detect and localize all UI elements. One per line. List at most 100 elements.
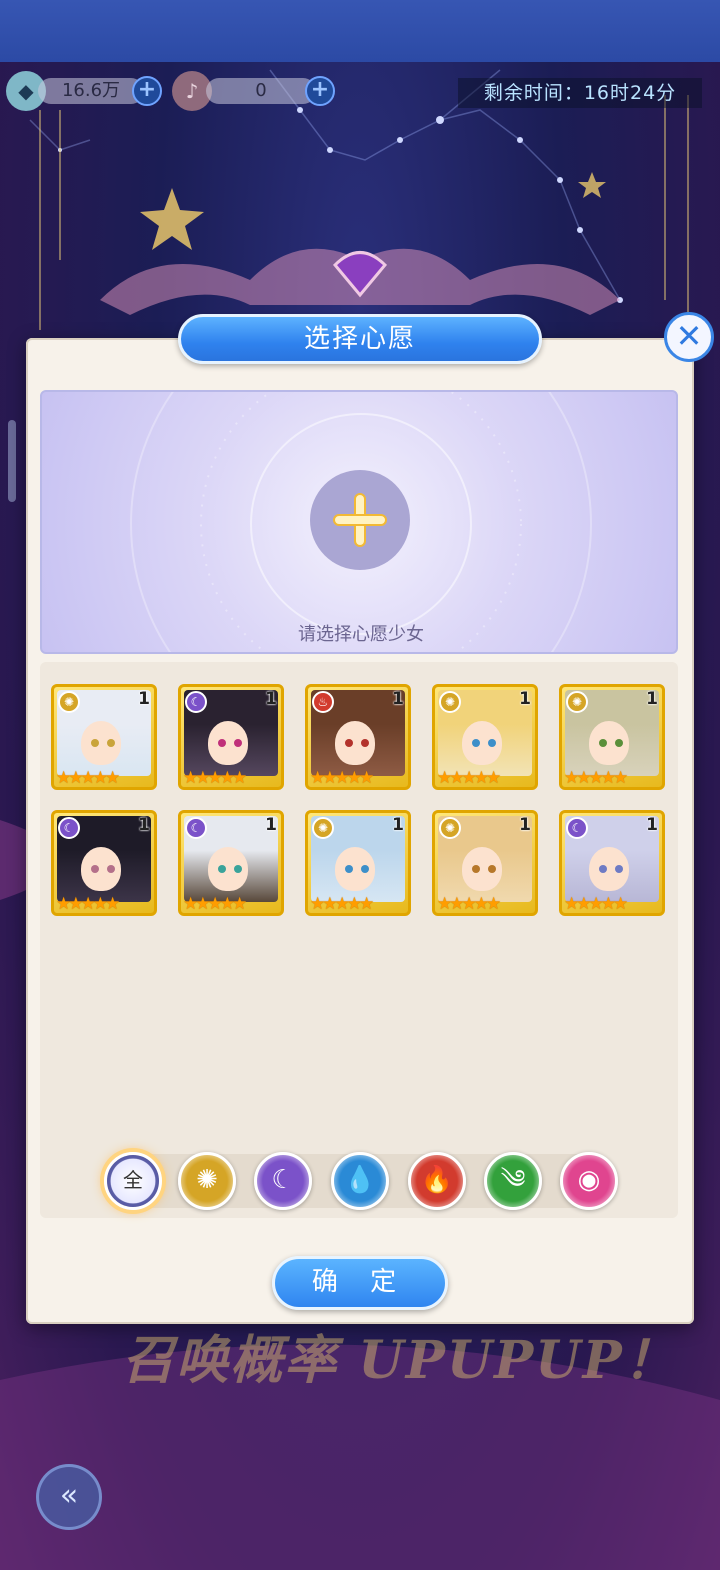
character-eye — [234, 739, 242, 747]
character-card[interactable]: ☾ 1 ★★★★★ — [178, 684, 284, 790]
character-eye — [599, 739, 607, 747]
back-button[interactable]: « — [36, 1464, 102, 1530]
character-level: 1 — [138, 815, 150, 835]
character-eye — [488, 865, 496, 873]
dark-element-icon: ☾ — [58, 817, 80, 839]
character-grid: ✺ 1 ★★★★★ ☾ 1 ★★★★★ ♨ 1 ★★★★★ ✺ 1 ★★★★★ ✺ 1 ★★★★★ ☾ 1 ★★★… — [40, 662, 678, 1218]
star-rating: ★★★★★ — [56, 768, 120, 788]
wind-element-icon: ༄ — [500, 1165, 526, 1195]
gem-amount: 16.6万 — [38, 78, 144, 104]
filter-wind-button[interactable]: ༄ — [484, 1152, 542, 1210]
character-face — [462, 847, 502, 891]
scrollbar-thumb[interactable] — [8, 420, 16, 502]
ticket-amount: 0 — [206, 78, 316, 104]
light-element-icon: ✺ — [566, 691, 588, 713]
star-rating: ★★★★★ — [56, 894, 120, 914]
character-level: 1 — [392, 689, 404, 709]
character-face — [335, 847, 375, 891]
water-element-icon: 💧 — [343, 1165, 377, 1195]
character-face — [589, 721, 629, 765]
character-level: 1 — [138, 689, 150, 709]
close-button[interactable]: ✕ — [664, 312, 714, 362]
plus-icon — [333, 493, 387, 547]
character-face — [81, 847, 121, 891]
character-card[interactable]: ✺ 1 ★★★★★ — [432, 684, 538, 790]
character-card[interactable]: ☾ 1 ★★★★★ — [51, 810, 157, 916]
character-level: 1 — [646, 689, 658, 709]
character-eye — [361, 865, 369, 873]
filter-dark-button[interactable]: ☾ — [254, 1152, 312, 1210]
star-rating: ★★★★★ — [564, 768, 628, 788]
character-eye — [345, 865, 353, 873]
character-eye — [234, 865, 242, 873]
character-face — [335, 721, 375, 765]
star-rating: ★★★★★ — [437, 768, 501, 788]
top-bar — [0, 0, 720, 62]
all-icon: 全 — [123, 1168, 143, 1192]
add-wish-button[interactable] — [310, 470, 410, 570]
character-eye — [107, 865, 115, 873]
character-eye — [599, 865, 607, 873]
character-card[interactable]: ✺ 1 ★★★★★ — [432, 810, 538, 916]
remaining-time: 剩余时间：16时24分 — [458, 78, 702, 108]
filter-all-button[interactable]: 全 — [104, 1152, 162, 1210]
character-eye — [91, 739, 99, 747]
element-filter-bar: 全 ✺ ☾ 💧 🔥 ༄ ◉ — [40, 1148, 678, 1214]
confirm-button[interactable]: 确 定 — [272, 1256, 448, 1310]
character-eye — [615, 865, 623, 873]
character-level: 1 — [646, 815, 658, 835]
light-element-icon: ✺ — [312, 817, 334, 839]
wish-hint: 请选择心愿少女 — [298, 624, 424, 645]
character-face — [589, 847, 629, 891]
star-rating: ★★★★★ — [183, 768, 247, 788]
character-face — [462, 721, 502, 765]
summon-rate-banner: 召唤概率 UPUPUP！ — [122, 1330, 678, 1391]
character-eye — [361, 739, 369, 747]
character-card[interactable]: ☾ 1 ★★★★★ — [178, 810, 284, 916]
light-element-icon: ✺ — [58, 691, 80, 713]
character-card[interactable]: ✺ 1 ★★★★★ — [305, 810, 411, 916]
character-level: 1 — [265, 689, 277, 709]
filter-water-button[interactable]: 💧 — [331, 1152, 389, 1210]
character-card[interactable]: ✺ 1 ★★★★★ — [559, 684, 665, 790]
character-eye — [488, 739, 496, 747]
character-level: 1 — [265, 815, 277, 835]
add-ticket-button[interactable]: + — [305, 76, 335, 106]
character-card[interactable]: ☾ 1 ★★★★★ — [559, 810, 665, 916]
dark-element-icon: ☾ — [185, 691, 207, 713]
character-level: 1 — [519, 689, 531, 709]
character-card[interactable]: ♨ 1 ★★★★★ — [305, 684, 411, 790]
dark-element-icon: ☾ — [566, 817, 588, 839]
character-face — [208, 847, 248, 891]
star-rating: ★★★★★ — [183, 894, 247, 914]
dark-element-icon: ☾ — [185, 817, 207, 839]
character-eye — [345, 739, 353, 747]
filter-light-button[interactable]: ✺ — [178, 1152, 236, 1210]
star-rating: ★★★★★ — [310, 894, 374, 914]
light-element-icon: ✺ — [439, 817, 461, 839]
character-level: 1 — [392, 815, 404, 835]
dark-element-icon: ☾ — [271, 1165, 295, 1195]
character-face — [208, 721, 248, 765]
fire-element-icon: 🔥 — [420, 1165, 454, 1195]
character-eye — [615, 739, 623, 747]
light-element-icon: ✺ — [439, 691, 461, 713]
fire-element-icon: ♨ — [312, 691, 334, 713]
character-face — [81, 721, 121, 765]
light-element-icon: ✺ — [196, 1165, 218, 1195]
cosmic-element-icon: ◉ — [577, 1165, 601, 1195]
character-eye — [472, 865, 480, 873]
character-eye — [107, 739, 115, 747]
add-gem-button[interactable]: + — [132, 76, 162, 106]
character-level: 1 — [519, 815, 531, 835]
filter-fire-button[interactable]: 🔥 — [408, 1152, 466, 1210]
dialog-title: 选择心愿 — [178, 314, 542, 364]
character-eye — [91, 865, 99, 873]
character-eye — [218, 739, 226, 747]
filter-cosmic-button[interactable]: ◉ — [560, 1152, 618, 1210]
wish-slot[interactable]: 请选择心愿少女 — [40, 390, 678, 654]
star-rating: ★★★★★ — [437, 894, 501, 914]
character-card[interactable]: ✺ 1 ★★★★★ — [51, 684, 157, 790]
star-rating: ★★★★★ — [310, 768, 374, 788]
character-eye — [218, 865, 226, 873]
